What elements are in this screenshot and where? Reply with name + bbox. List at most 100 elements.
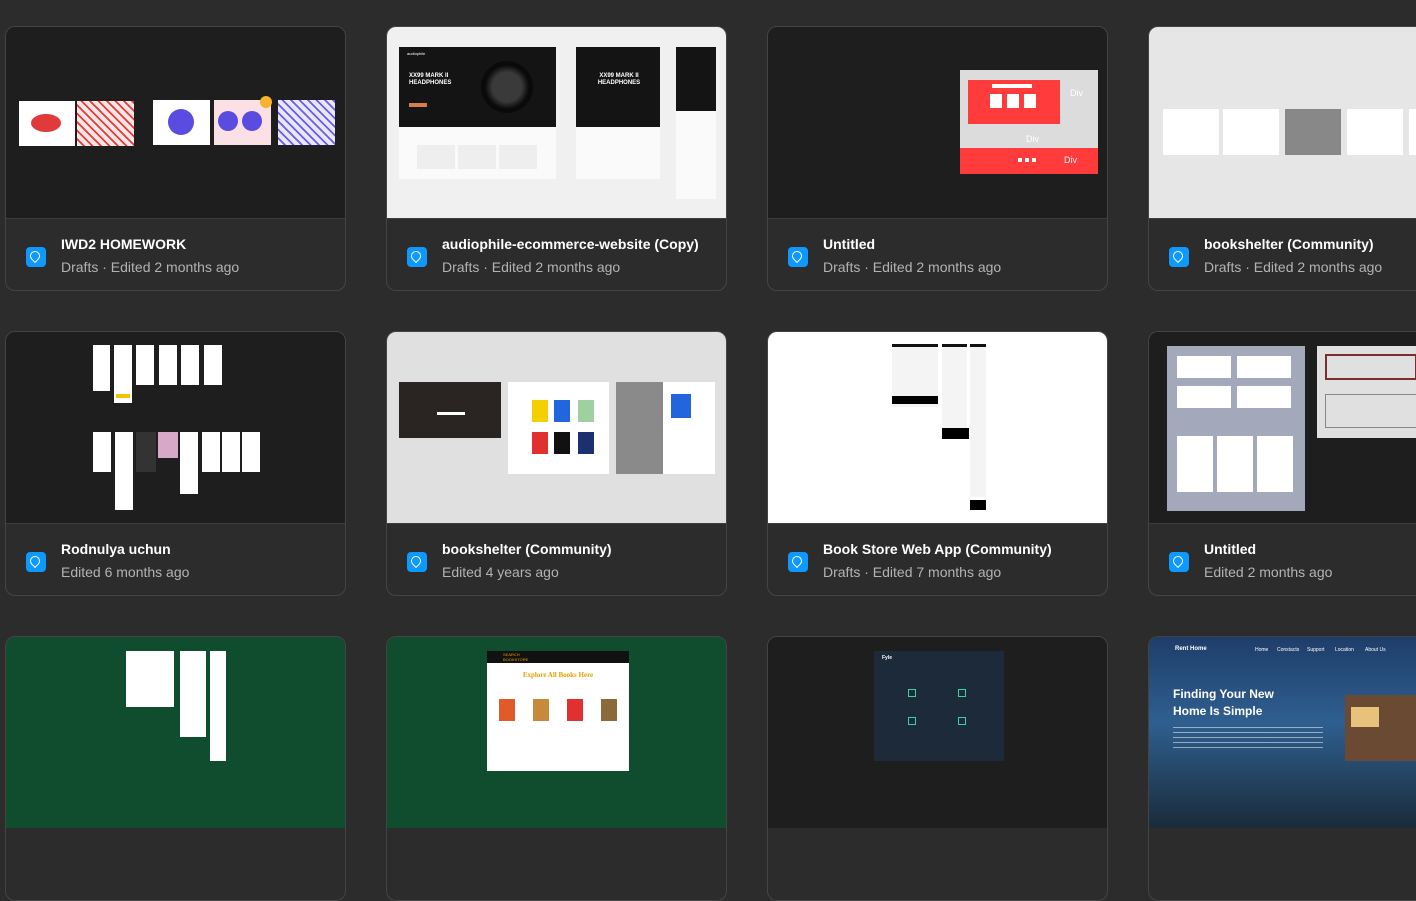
- thumb-book: [533, 699, 549, 721]
- thumb-nav-item: Home: [1255, 647, 1269, 653]
- thumb-frame: [93, 345, 110, 391]
- thumb-product: [458, 145, 496, 169]
- thumb-frame: [1285, 109, 1341, 155]
- thumb-product: [417, 145, 455, 169]
- file-card[interactable]: SEARCH BOOKSTORE Explore All Books Here: [386, 636, 727, 901]
- figma-file-icon: [407, 552, 427, 572]
- div-label: Div: [1026, 134, 1039, 144]
- file-card[interactable]: audiophile XX99 MARK II HEADPHONES XX99 …: [386, 26, 727, 291]
- file-thumbnail: [6, 637, 345, 828]
- thumb-dark-page: Fyle: [874, 651, 1004, 761]
- file-title: Untitled: [1204, 541, 1257, 557]
- thumb-bookstore-page: SEARCH BOOKSTORE Explore All Books Here: [487, 651, 629, 771]
- thumb-house-image: [1345, 695, 1416, 761]
- thumb-brand: audiophile: [407, 51, 426, 56]
- thumb-frame: [180, 432, 198, 494]
- file-thumbnail: [768, 332, 1107, 523]
- thumb-cell: [1024, 94, 1036, 108]
- thumb-body-text: [1173, 727, 1323, 751]
- div-label: Div: [1064, 155, 1077, 165]
- figma-file-icon: [26, 552, 46, 572]
- thumb-product: [1237, 356, 1291, 378]
- thumb-frame: [210, 651, 226, 761]
- file-card[interactable]: IWD2 HOMEWORK Drafts · Edited 2 months a…: [5, 26, 346, 291]
- thumb-book: [554, 400, 570, 422]
- file-card[interactable]: bookshelter (Community) Edited 4 years a…: [386, 331, 727, 596]
- file-info: Untitled Edited 2 months ago: [1149, 523, 1416, 595]
- file-card[interactable]: Book Store Web App (Community) Drafts · …: [767, 331, 1108, 596]
- thumb-book-grid: [508, 382, 609, 474]
- figma-file-icon: [407, 247, 427, 267]
- file-card[interactable]: Rent Home Home Constacts Support Locatio…: [1148, 636, 1416, 901]
- figma-file-icon: [788, 247, 808, 267]
- thumb-feature-icon: [908, 717, 916, 725]
- file-card[interactable]: Rodnulya uchun Edited 6 months ago: [5, 331, 346, 596]
- file-thumbnail: Rent Home Home Constacts Support Locatio…: [1149, 637, 1416, 828]
- thumb-product: [499, 145, 537, 169]
- thumb-wire-box: [1325, 394, 1416, 428]
- file-title: Rodnulya uchun: [61, 541, 171, 557]
- file-meta: Drafts · Edited 2 months ago: [823, 259, 1002, 275]
- thumb-crab-pattern: [77, 101, 134, 146]
- file-title: Untitled: [823, 236, 876, 252]
- file-info: bookshelter (Community) Drafts · Edited …: [1149, 218, 1416, 290]
- thumb-desktop-body: [399, 127, 556, 179]
- thumb-feature-icon: [908, 689, 916, 697]
- thumb-bird-pattern: [278, 100, 335, 145]
- thumb-pink-frame: [158, 432, 178, 458]
- thumb-accent: [116, 394, 130, 398]
- file-card[interactable]: Untitled Edited 2 months ago: [1148, 331, 1416, 596]
- thumb-footer-bar: Div: [960, 148, 1098, 174]
- file-thumbnail: Div Div Div: [768, 27, 1107, 218]
- thumb-frame: Div Div: [960, 70, 1098, 148]
- bird-icon: [168, 109, 194, 135]
- thumb-book: [499, 699, 515, 721]
- bird-icon: [218, 111, 238, 131]
- thumb-headline: Finding Your New: [1173, 687, 1274, 701]
- file-info: Untitled Drafts · Edited 2 months ago: [768, 218, 1107, 290]
- headphones-icon: [481, 61, 533, 113]
- thumb-product: [1177, 386, 1231, 408]
- file-meta: Drafts · Edited 2 months ago: [442, 259, 621, 275]
- thumb-heading: Explore All Books Here: [522, 671, 594, 679]
- thumb-dark-hero: [399, 382, 501, 438]
- thumb-house-window: [1351, 707, 1379, 727]
- thumb-tablet-body: [576, 127, 660, 179]
- thumb-frame: [115, 432, 133, 510]
- file-title: audiophile-ecommerce-website (Copy): [442, 236, 699, 252]
- thumb-frame: [204, 345, 222, 385]
- file-meta: Edited 2 months ago: [1204, 564, 1333, 580]
- thumb-frame: [159, 345, 177, 385]
- file-meta: Drafts · Edited 2 months ago: [1204, 259, 1383, 275]
- crab-icon: [31, 114, 61, 132]
- file-thumbnail: [6, 332, 345, 523]
- thumb-product: [1217, 436, 1253, 492]
- file-card[interactable]: Fyle: [767, 636, 1108, 901]
- thumb-frame: [93, 432, 111, 472]
- file-meta: Edited 4 years ago: [442, 564, 559, 580]
- thumb-nav-item: Location: [1335, 647, 1354, 653]
- thumb-product: [1177, 356, 1231, 378]
- thumb-black-block: [942, 428, 969, 439]
- thumb-book: [532, 400, 548, 422]
- thumb-wire-box: [1325, 354, 1416, 380]
- thumb-nav-item: Constacts: [1277, 647, 1300, 653]
- thumb-mobile-hero: [676, 47, 716, 111]
- thumb-book: [578, 432, 594, 454]
- file-card[interactable]: Div Div Div Untitled Drafts · Edited 2 m…: [767, 26, 1108, 291]
- figma-file-icon: [26, 247, 46, 267]
- thumb-cta: [409, 103, 427, 107]
- thumb-frame: [1223, 109, 1279, 155]
- file-thumbnail: [6, 27, 345, 218]
- figma-file-icon: [788, 552, 808, 572]
- figma-file-icon: [1169, 247, 1189, 267]
- file-thumbnail: [1149, 27, 1416, 218]
- file-card[interactable]: bookshelter (Community) Drafts · Edited …: [1148, 26, 1416, 291]
- thumb-book: [671, 394, 691, 418]
- thumb-gray-frame: [616, 382, 663, 474]
- thumb-modal: [663, 382, 715, 474]
- thumb-bar: [992, 84, 1032, 88]
- thumb-column: [970, 344, 986, 497]
- file-card[interactable]: [5, 636, 346, 901]
- thumb-nav: SEARCH BOOKSTORE: [487, 651, 629, 663]
